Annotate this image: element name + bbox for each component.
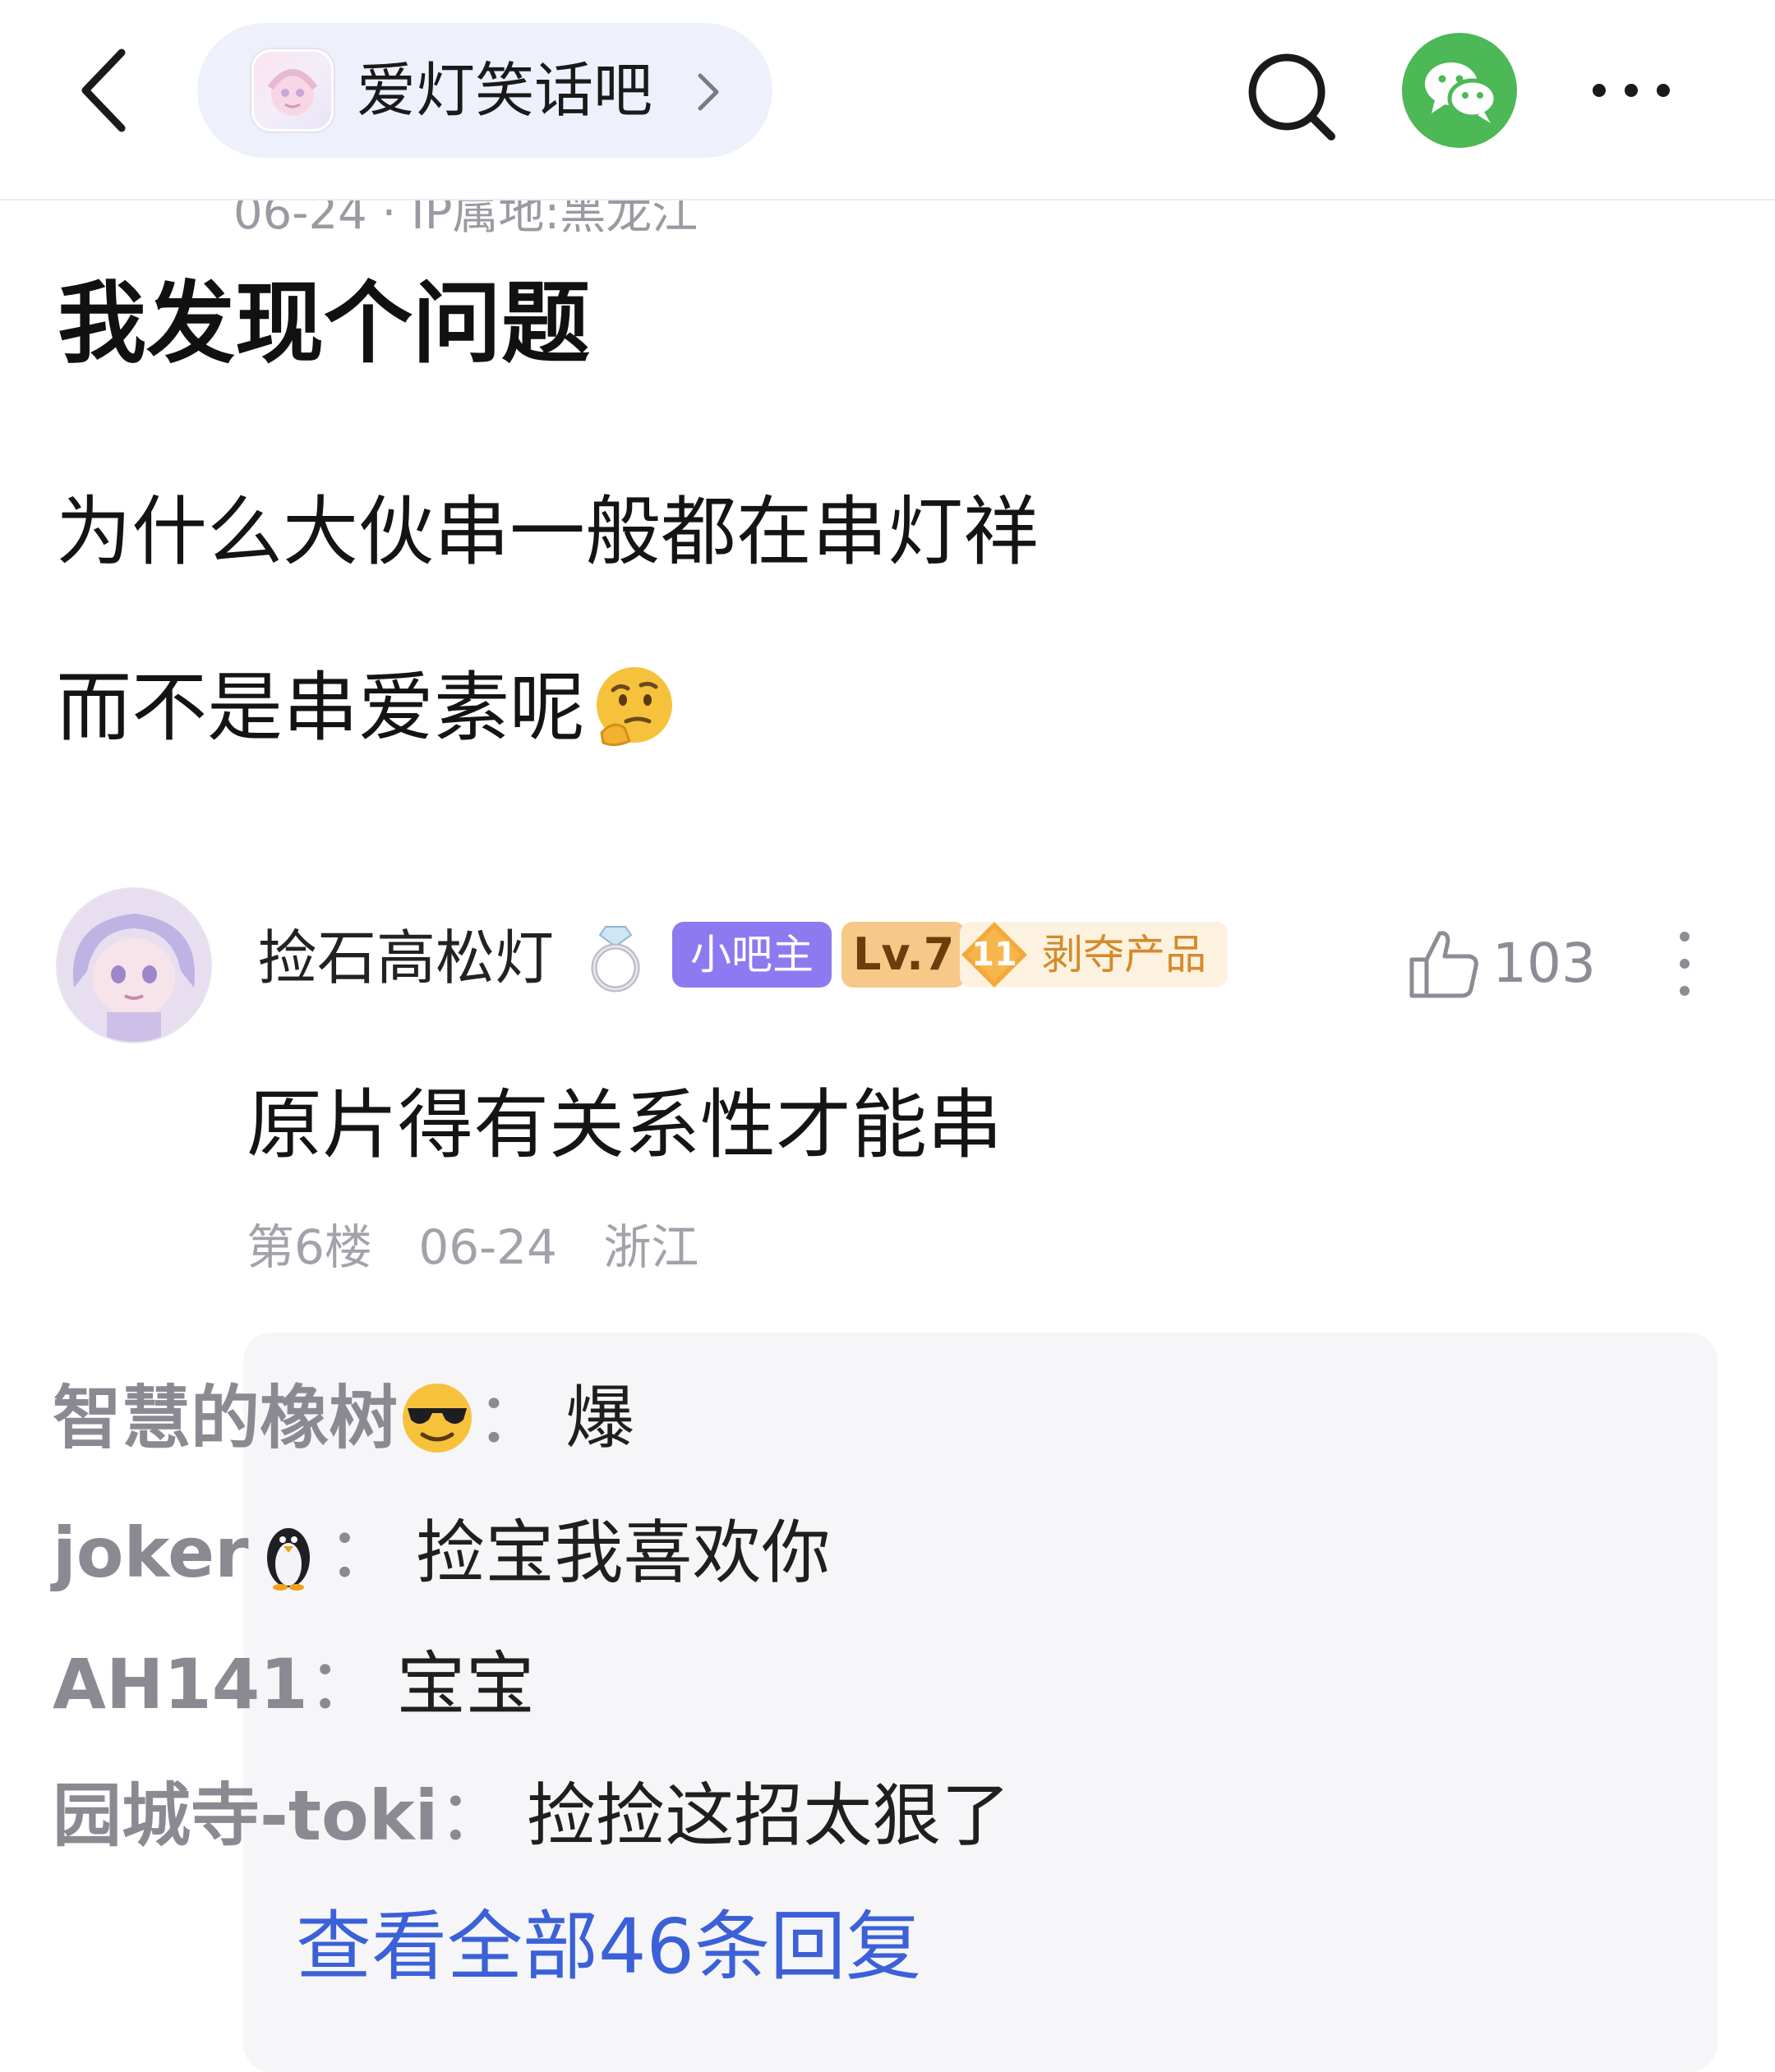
- title-badge-text: 剥夺产品: [1042, 931, 1206, 978]
- reply-separator: ：: [438, 1775, 508, 1856]
- thinking-face-icon: [597, 666, 673, 746]
- forum-avatar: [251, 49, 334, 131]
- back-chevron-icon: [81, 48, 126, 132]
- ring-icon: [591, 926, 640, 992]
- sunglasses-face-icon: [403, 1384, 473, 1453]
- chevron-right-icon: [698, 73, 719, 111]
- reply-separator: ：: [327, 1513, 397, 1593]
- comment-username[interactable]: 捡石高松灯: [258, 917, 554, 999]
- comment-meta: 第6楼 06-24 浙江: [247, 1214, 730, 1280]
- search-button[interactable]: [1241, 46, 1339, 145]
- like-button[interactable]: 103: [1405, 919, 1644, 1009]
- reply-text: 捡捡这招太狠了: [527, 1775, 1011, 1856]
- reply-author: 智慧的橡树: [53, 1378, 399, 1458]
- post-body-text: 而不是串爱素呢: [56, 664, 586, 752]
- reply-text: 爆: [565, 1378, 635, 1458]
- post-title: 我发现个问题: [58, 273, 591, 375]
- reply-item[interactable]: 园城寺-toki： 捡捡这招太狠了: [53, 1766, 1010, 1865]
- reply-separator: ：: [477, 1378, 546, 1458]
- title-badge: 11 剥夺产品: [960, 922, 1228, 988]
- reply-item[interactable]: 智慧的橡树 ：爆: [53, 1369, 634, 1467]
- level-badge: Lv.7: [841, 922, 966, 988]
- like-count: 103: [1492, 932, 1596, 995]
- wechat-share-button[interactable]: [1402, 33, 1517, 148]
- search-icon: [1248, 53, 1335, 140]
- vertical-dots-icon: [1680, 932, 1690, 996]
- back-button[interactable]: [74, 43, 140, 138]
- comment-date: 06-24: [418, 1219, 557, 1275]
- more-options-button[interactable]: [1586, 66, 1676, 115]
- comment-text: 原片得有关系性才能串: [247, 1081, 1003, 1169]
- forum-entry-pill[interactable]: 爱灯笑话吧: [197, 23, 772, 158]
- more-dots-icon: [1593, 84, 1670, 97]
- reply-separator: ：: [307, 1644, 377, 1724]
- top-nav-bar: 爱灯笑话吧: [0, 0, 1775, 200]
- thumbs-up-icon: [1409, 931, 1478, 998]
- moderator-badge: 小吧主: [672, 922, 832, 988]
- floor-number: 第6楼: [247, 1219, 372, 1275]
- reply-author: 园城寺-toki: [53, 1775, 439, 1856]
- comment-avatar[interactable]: [56, 887, 212, 1043]
- comment-more-button[interactable]: [1660, 927, 1709, 1001]
- reply-author: joker: [53, 1513, 249, 1593]
- reply-item[interactable]: joker ：捡宝我喜欢你: [53, 1503, 831, 1602]
- penguin-icon: [266, 1528, 310, 1591]
- comment-location: 浙江: [603, 1219, 699, 1275]
- view-all-replies-link[interactable]: 查看全部46条回复: [296, 1898, 921, 1996]
- reply-author: AH141: [53, 1644, 308, 1724]
- forum-name: 爱灯笑话吧: [357, 56, 653, 125]
- reply-text: 宝宝: [396, 1644, 535, 1724]
- title-badge-number: 11: [971, 936, 1017, 974]
- reply-text: 捡宝我喜欢你: [416, 1513, 831, 1593]
- post-body-line: 而不是串爱素呢: [56, 659, 677, 757]
- post-body-line: 为什么大伙串一般都在串灯祥: [56, 488, 1040, 576]
- reply-item[interactable]: AH141： 宝宝: [53, 1635, 535, 1734]
- wechat-icon: [1425, 62, 1498, 123]
